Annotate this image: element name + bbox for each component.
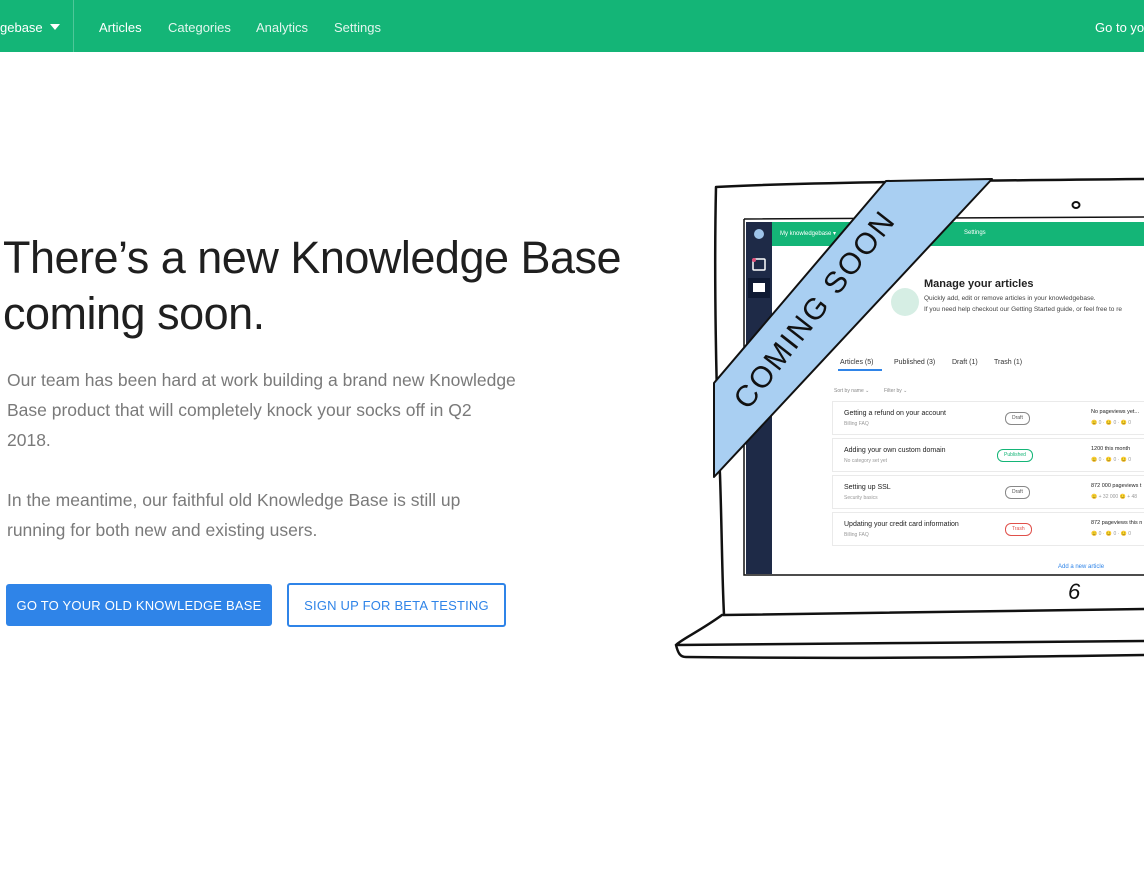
nav-analytics[interactable]: Analytics — [256, 20, 308, 35]
doodle-number: 6 — [1068, 579, 1081, 604]
laptop-screen-border — [743, 216, 1144, 576]
nav-articles[interactable]: Articles — [99, 20, 142, 35]
go-to-link[interactable]: Go to yo — [1095, 20, 1144, 35]
laptop-base-outline — [674, 613, 1144, 660]
meantime-paragraph: In the meantime, our faithful old Knowle… — [7, 485, 542, 545]
caret-down-icon — [50, 24, 60, 30]
knowledgebase-switcher[interactable]: gebase — [0, 0, 74, 52]
old-knowledge-base-button[interactable]: GO TO YOUR OLD KNOWLEDGE BASE — [6, 584, 272, 626]
intro-line-3: 2018. — [7, 430, 51, 450]
intro-paragraph: Our team has been hard at work building … — [7, 365, 542, 455]
camera-icon — [1071, 201, 1081, 209]
meantime-line-2: running for both new and existing users. — [7, 520, 318, 540]
top-navbar: gebase Articles Categories Analytics Set… — [0, 0, 1144, 52]
nav-settings[interactable]: Settings — [334, 20, 381, 35]
meantime-line-1: In the meantime, our faithful old Knowle… — [7, 490, 461, 510]
intro-line-2: Base product that will completely knock … — [7, 400, 472, 420]
knowledgebase-switcher-label: gebase — [0, 20, 43, 35]
coming-soon-ribbon — [713, 178, 993, 478]
headline-line-1: There’s a new Knowledge Base — [3, 232, 622, 283]
nav-categories[interactable]: Categories — [168, 20, 231, 35]
headline-line-2: coming soon. — [3, 288, 265, 339]
page-headline: There’s a new Knowledge Base coming soon… — [3, 230, 663, 342]
laptop-sketch-illustration: COMING SOON 6 — [674, 177, 1144, 660]
intro-line-1: Our team has been hard at work building … — [7, 370, 516, 390]
beta-signup-button[interactable]: SIGN UP FOR BETA TESTING — [287, 583, 506, 627]
ribbon-text: COMING SOON — [728, 204, 903, 415]
